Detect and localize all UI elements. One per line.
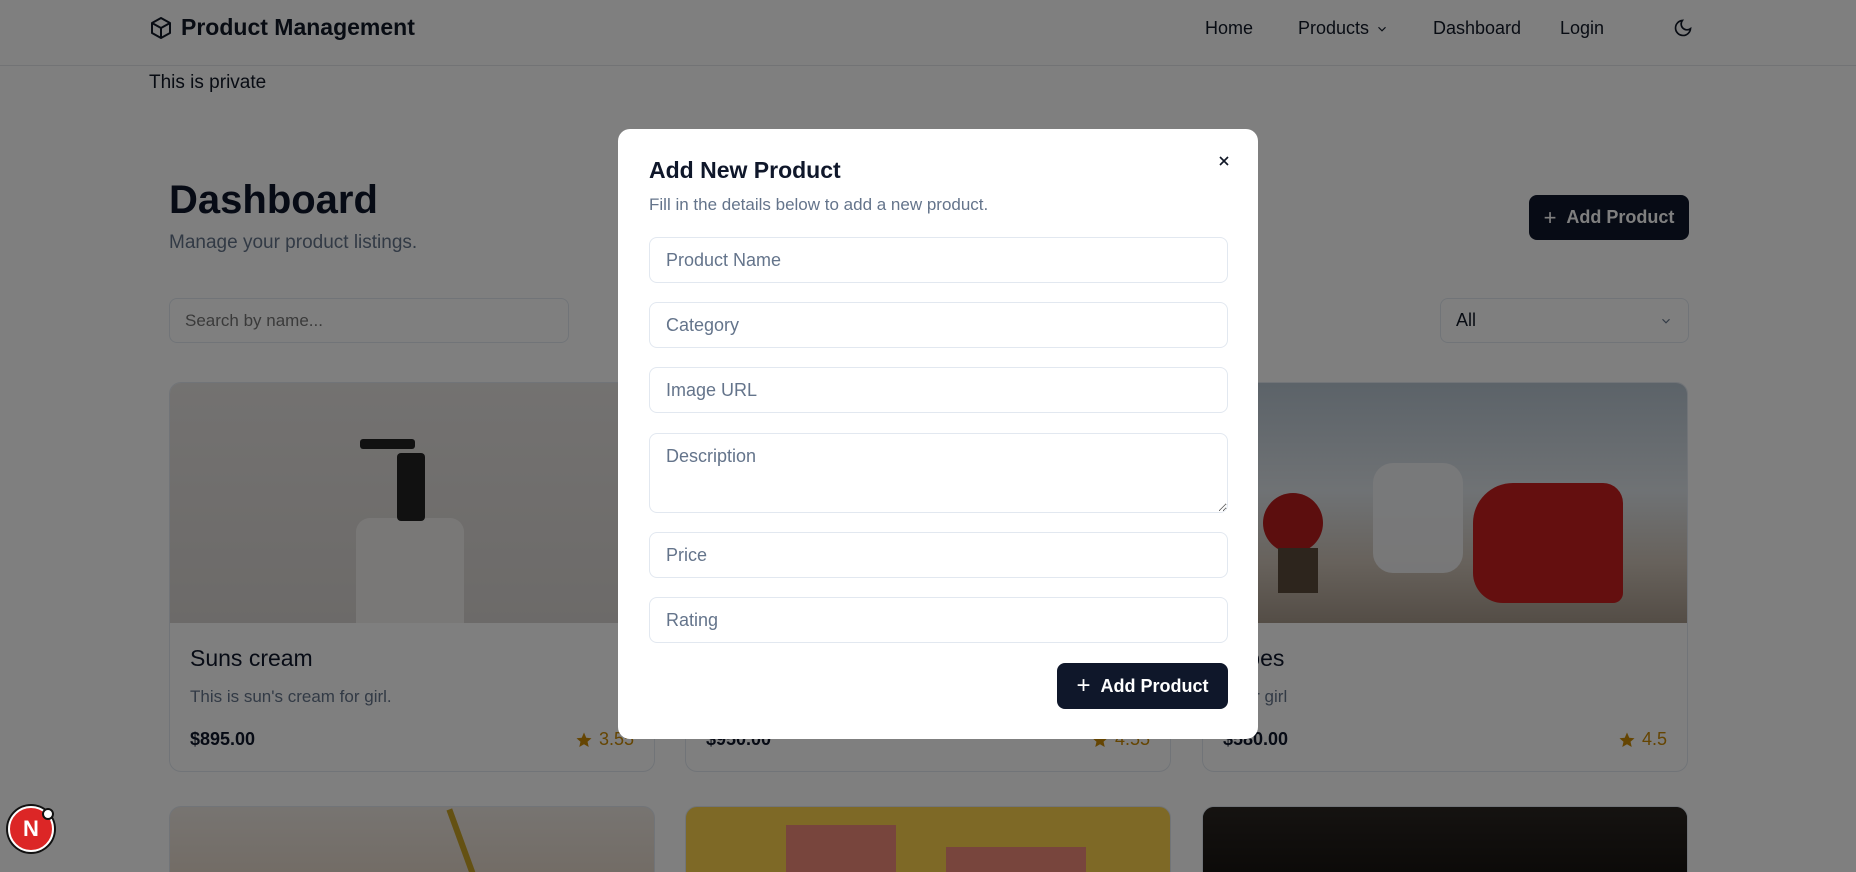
indicator-dot bbox=[42, 808, 54, 820]
add-product-dialog: Add New Product Fill in the details belo… bbox=[618, 129, 1258, 739]
close-icon bbox=[1219, 156, 1229, 166]
dialog-title: Add New Product bbox=[649, 157, 841, 183]
description-textarea[interactable] bbox=[649, 433, 1228, 513]
category-input[interactable] bbox=[649, 302, 1228, 348]
price-input[interactable] bbox=[649, 532, 1228, 578]
n-logo-icon: N bbox=[23, 816, 39, 841]
submit-add-product-button[interactable]: + Add Product bbox=[1057, 663, 1228, 709]
plus-icon: + bbox=[1076, 672, 1091, 699]
close-button[interactable] bbox=[1212, 149, 1236, 173]
image-url-input[interactable] bbox=[649, 367, 1228, 413]
product-name-input[interactable] bbox=[649, 237, 1228, 283]
dialog-description: Fill in the details below to add a new p… bbox=[649, 195, 989, 214]
rating-input[interactable] bbox=[649, 597, 1228, 643]
submit-label: Add Product bbox=[1100, 675, 1209, 696]
